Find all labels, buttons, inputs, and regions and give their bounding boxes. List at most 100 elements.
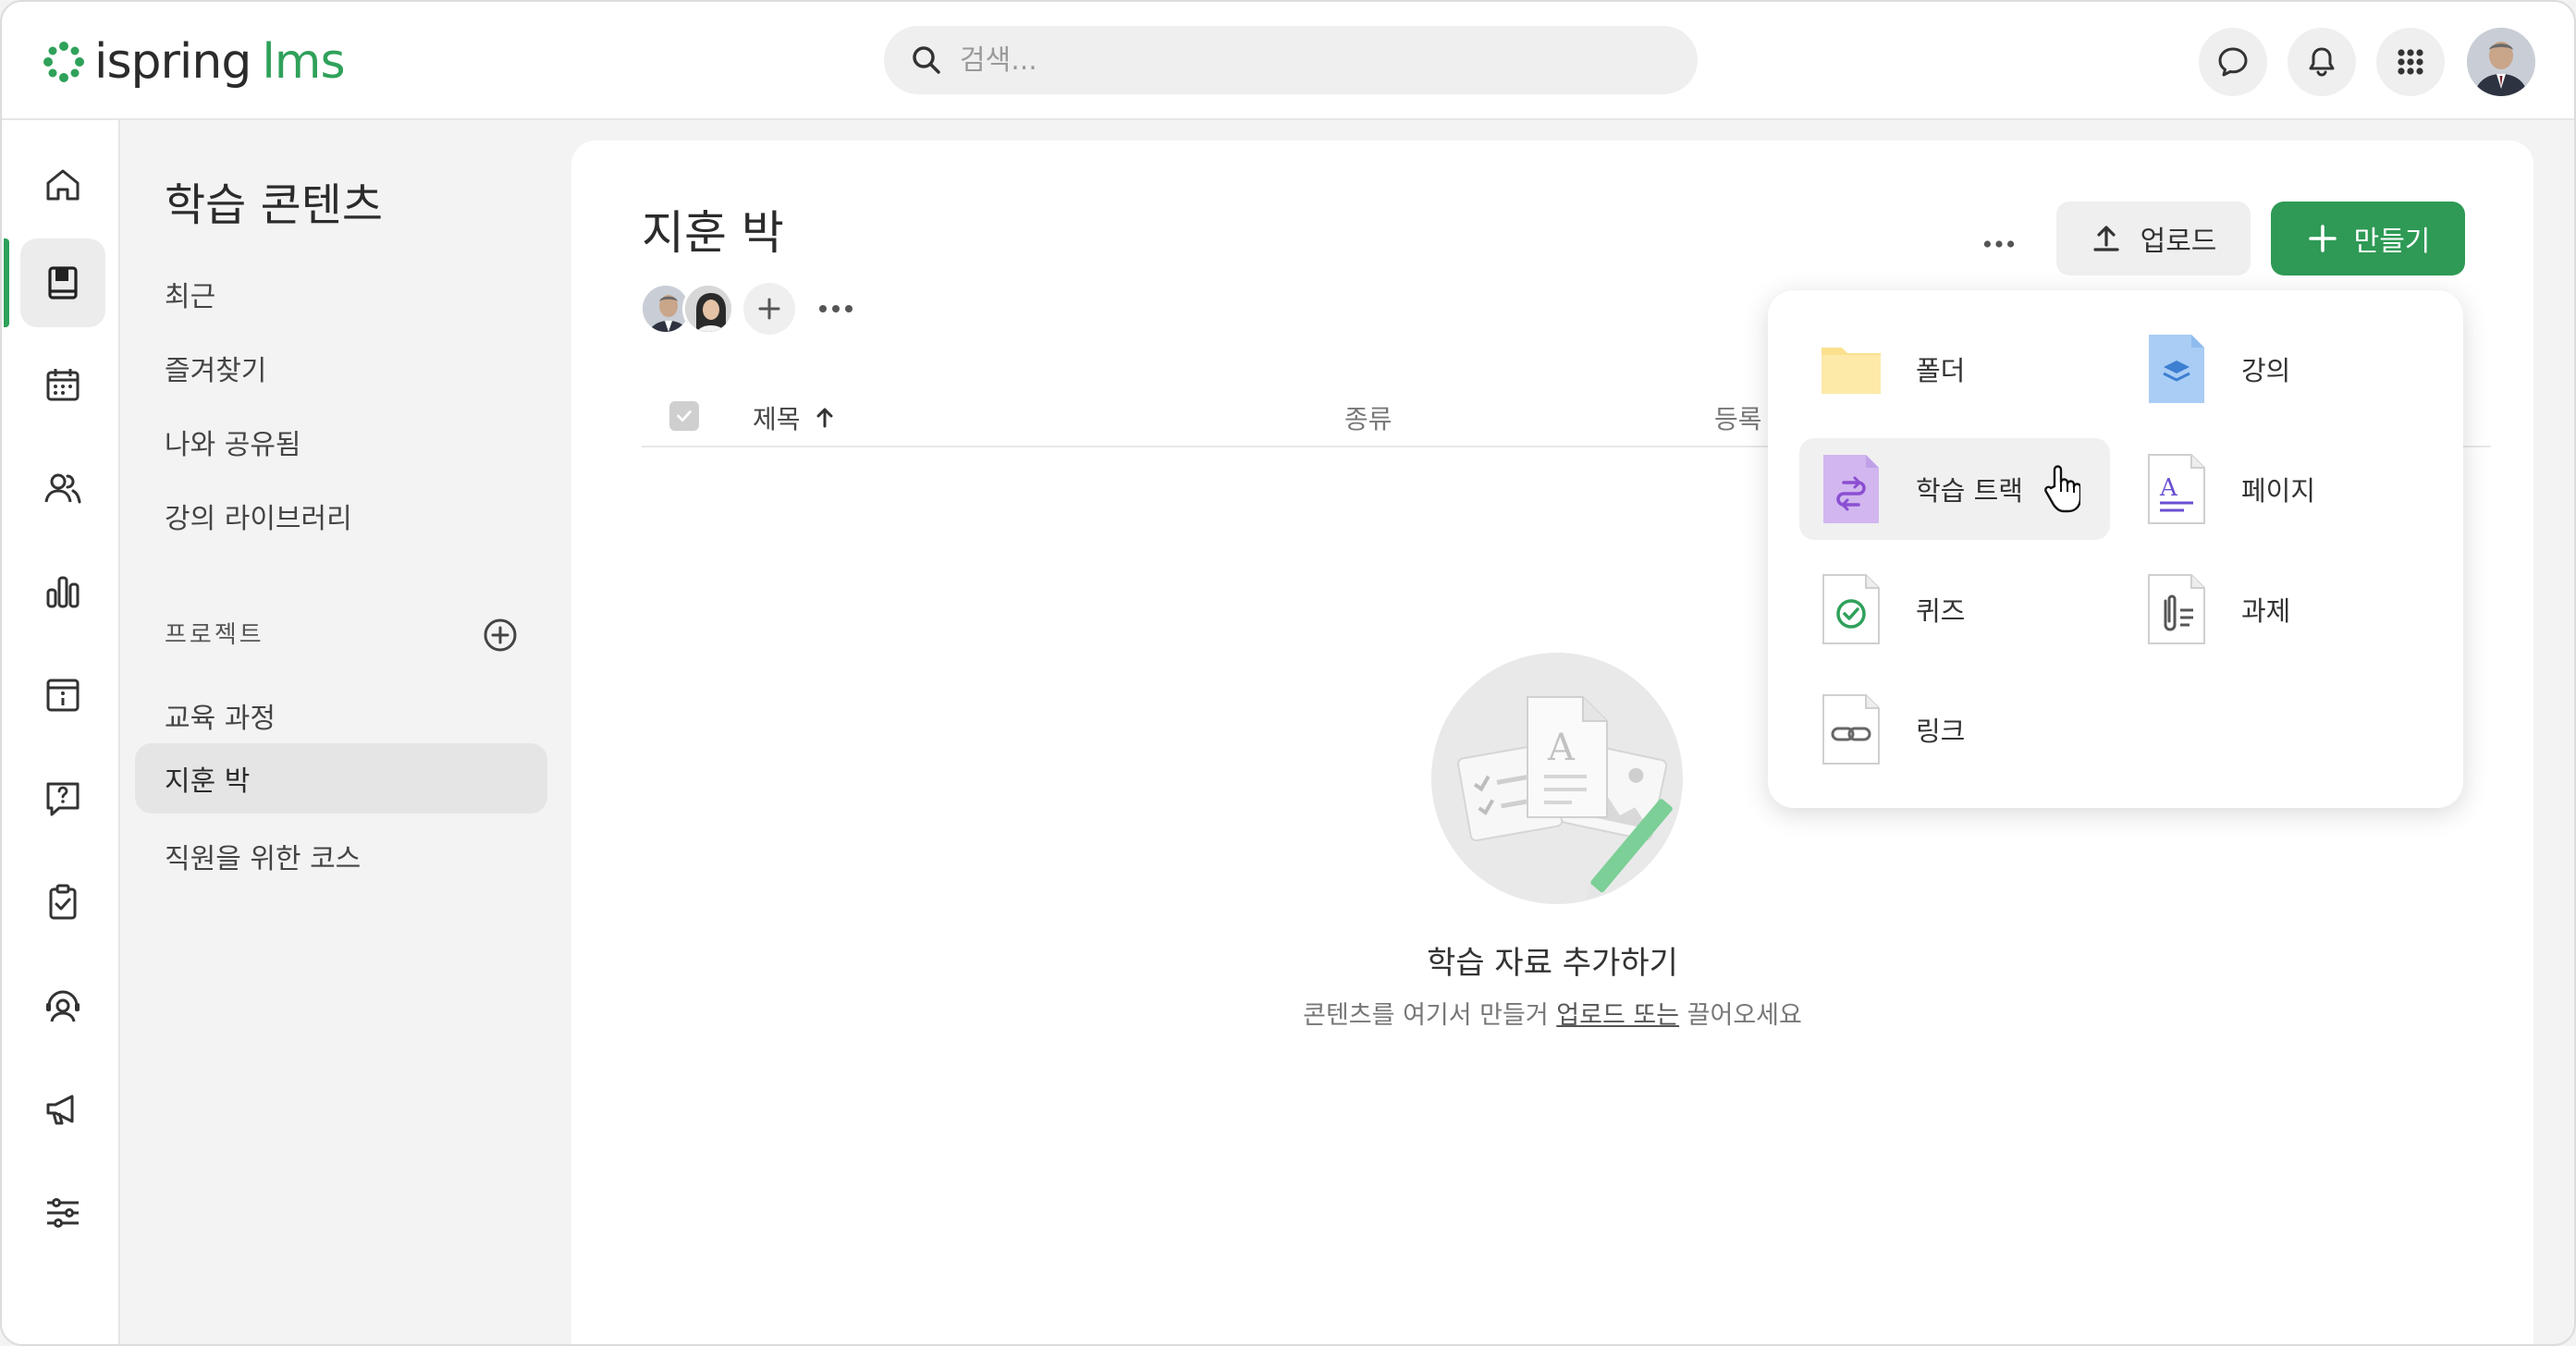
rail-content[interactable] [20,239,105,327]
rail-help[interactable] [20,754,105,843]
empty-sub-prefix: 콘텐츠를 여기서 만들거 [1303,1001,1557,1030]
nav-item-course-library[interactable]: 강의 라이브러리 [135,481,547,551]
learning-track-icon [1823,455,1879,523]
empty-state-illustration: A [1431,653,1683,904]
page-icon: A [2148,454,2205,524]
empty-sub-suffix: 끌어오세요 [1679,1001,1802,1030]
nav-item-recent[interactable]: 최근 [135,259,547,329]
menu-item-label: 학습 트랙 [1916,475,2023,507]
upload-button[interactable]: 업로드 [2056,202,2251,275]
column-type-header[interactable]: 종류 [1344,399,1392,436]
more-horizontal-icon [819,305,853,312]
search-icon [913,46,940,74]
chat-button[interactable] [2199,28,2267,96]
menu-item-label: 링크 [1916,716,1966,747]
rail-info[interactable] [20,651,105,740]
menu-item-label: 과제 [2241,595,2291,627]
member-avatar-image [685,286,731,332]
hand-cursor-icon [2044,465,2080,513]
plus-icon [2308,225,2337,252]
course-icon [2149,335,2204,403]
folder-icon [1822,348,1881,394]
rail-calendar[interactable] [20,340,105,429]
upload-icon [2092,226,2119,251]
apps-button[interactable] [2376,28,2445,96]
logo-text: ispring lms [94,34,346,90]
create-label: 만들기 [2353,226,2431,258]
upload-link[interactable]: 업로드 또는 [1556,1001,1679,1030]
sliders-icon [47,1198,79,1228]
menu-item-link[interactable]: 링크 [1799,679,2110,780]
rail-tasks[interactable] [20,858,105,947]
app-window: ispring lms 검색... 학습 콘텐츠 최근 즐겨찾기 나와 공유됨 … [0,0,2576,1346]
members-more-button[interactable] [817,290,854,327]
plus-icon [758,298,780,320]
bell-icon [2309,47,2335,77]
left-rail [2,120,120,1344]
nav-project-jihoon-park[interactable]: 지훈 박 [135,743,547,814]
svg-text:A: A [1547,727,1576,769]
column-registered-header[interactable]: 등록 [1714,399,1762,436]
projects-section-label: 프로젝트 [165,621,264,649]
link-icon [1822,694,1880,765]
rail-users[interactable] [20,444,105,532]
support-agent-icon [46,990,80,1022]
menu-item-label: 퀴즈 [1916,595,1966,627]
search-box[interactable] [884,26,1698,94]
nav-project-curriculum[interactable]: 교육 과정 [135,680,547,751]
menu-item-page[interactable]: A 페이지 [2125,438,2435,540]
rail-announcements[interactable] [20,1065,105,1154]
content-nav-panel: 학습 콘텐츠 최근 즐겨찾기 나와 공유됨 강의 라이브러리 프로젝트 교육 과… [122,120,568,1344]
book-icon [48,266,78,300]
svg-text:A: A [2159,474,2178,502]
header-more-button[interactable] [1971,216,2027,272]
rail-home[interactable] [20,141,105,229]
menu-item-folder[interactable]: 폴더 [1799,318,2110,420]
menu-item-assignment[interactable]: 과제 [2125,558,2435,660]
menu-item-label: 강의 [2241,355,2291,386]
nav-title: 학습 콘텐츠 [165,179,384,231]
create-button[interactable]: 만들기 [2271,202,2465,275]
search-input[interactable] [960,43,1662,77]
arrow-up-icon [816,408,833,428]
menu-item-label: 폴더 [1916,355,1966,386]
chat-icon [2218,47,2248,77]
select-all-checkbox[interactable] [669,401,699,431]
menu-item-quiz[interactable]: 퀴즈 [1799,558,2110,660]
user-avatar[interactable] [2467,28,2535,96]
member-avatar[interactable] [682,283,734,335]
column-title-label: 제목 [753,404,801,434]
assignment-icon [2148,574,2205,644]
calendar-icon [46,369,80,401]
nav-item-favorites[interactable]: 즐겨찾기 [135,333,547,403]
chart-icon [46,576,80,608]
upload-label: 업로드 [2140,226,2217,258]
menu-item-label: 페이지 [2241,475,2316,507]
info-board-icon [46,679,80,712]
create-menu: 폴더 강의 학습 트랙 A 페이지 퀴즈 과제 링크 [1768,290,2463,808]
home-icon [46,169,80,201]
project-members [640,283,854,335]
ispring-logo[interactable]: ispring lms [41,30,346,94]
rail-reports[interactable] [20,547,105,636]
rail-active-indicator [4,239,9,327]
nav-item-shared[interactable]: 나와 공유됨 [135,407,547,477]
nav-project-employee-courses[interactable]: 직원을 위한 코스 [135,821,547,891]
ispring-logo-icon [43,42,84,82]
notifications-button[interactable] [2288,28,2356,96]
help-icon [46,782,80,816]
check-icon [677,410,692,422]
quiz-icon [1822,574,1880,644]
rail-support[interactable] [20,961,105,1050]
empty-state-subtitle: 콘텐츠를 여기서 만들거 업로드 또는 끌어오세요 [571,995,2533,1031]
column-title-header[interactable]: 제목 [753,399,838,436]
menu-item-course[interactable]: 강의 [2125,318,2435,420]
user-avatar-image [2467,28,2535,96]
more-horizontal-icon [1983,240,2015,248]
add-project-icon[interactable] [481,616,520,655]
top-bar: ispring lms [2,2,2574,120]
megaphone-icon [46,1095,74,1125]
add-member-button[interactable] [743,283,795,335]
rail-settings[interactable] [20,1169,105,1257]
page-title: 지훈 박 [642,206,784,260]
